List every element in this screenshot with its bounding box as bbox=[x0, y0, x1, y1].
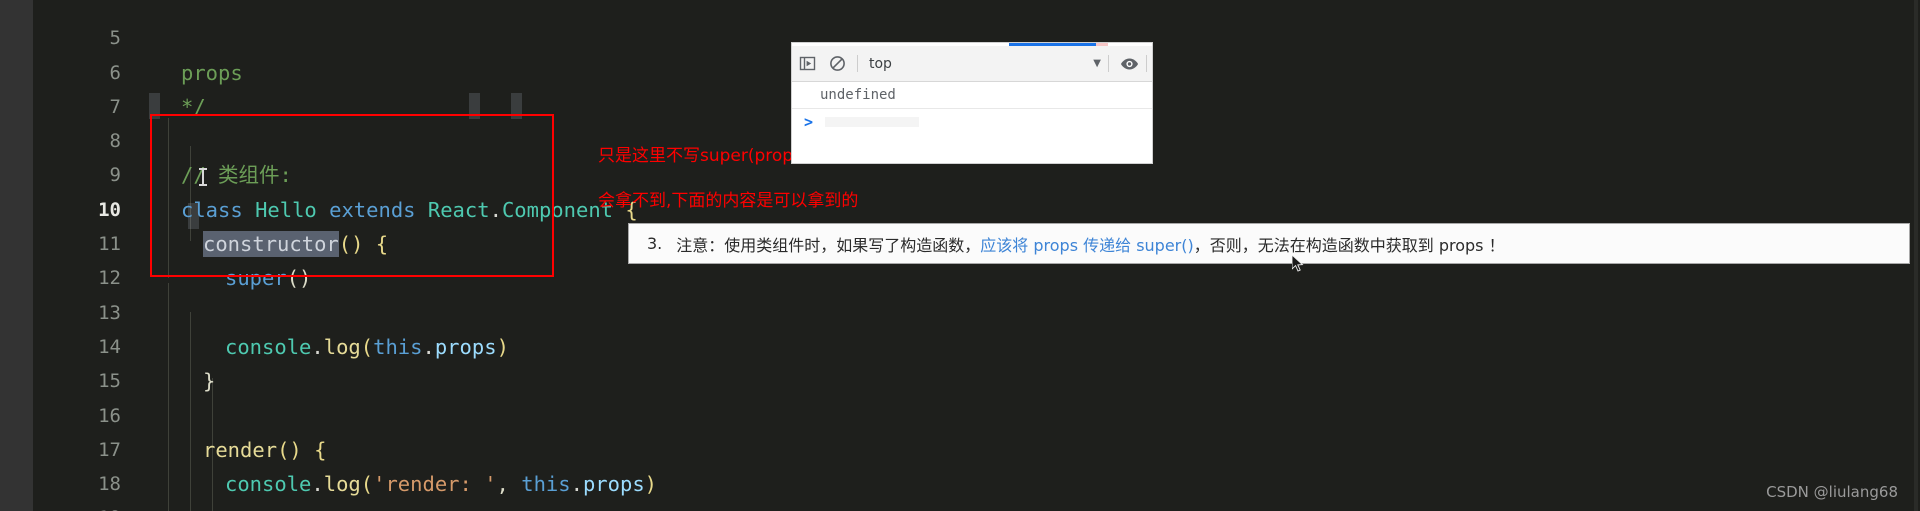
red-annotation-note-2: 会拿不到,下面的内容是可以拿到的 bbox=[598, 191, 859, 211]
screenshot-root: 5 props 6 */ 7 8 // 类组件: 9 class Hello e… bbox=[0, 0, 1920, 511]
console-input[interactable] bbox=[825, 116, 920, 127]
code-line-13[interactable]: 13 console.log(this.props) bbox=[33, 261, 1920, 359]
code-line-17[interactable]: 17 console.log('render: ', this.props) bbox=[33, 399, 1920, 496]
clear-console-icon bbox=[829, 56, 845, 71]
code-line-10[interactable]: 10 constructor() { bbox=[33, 158, 1920, 258]
editor-scrollbar[interactable] bbox=[1914, 0, 1918, 511]
callout-text-before: 注意：使用类组件时，如果写了构造函数， bbox=[676, 235, 981, 255]
console-log-message: undefined bbox=[820, 87, 896, 103]
code-line-16[interactable]: 16 render() { bbox=[33, 364, 1920, 462]
code-line-20[interactable]: 20 <div> bbox=[33, 501, 1920, 511]
execution-context-label[interactable]: top bbox=[863, 56, 892, 72]
chevron-down-icon[interactable]: ▼ bbox=[1093, 58, 1101, 69]
devtools-console-panel[interactable]: top ▼ undefined > bbox=[792, 43, 1152, 163]
info-callout: 3. 注意：使用类组件时，如果写了构造函数， 应该将 props 传递给 supe… bbox=[628, 223, 1910, 264]
eye-icon bbox=[1120, 58, 1138, 69]
ibeam-cursor bbox=[199, 168, 207, 186]
live-expression-button[interactable] bbox=[1114, 46, 1144, 81]
activity-bar[interactable] bbox=[0, 0, 33, 511]
code-line-11[interactable]: 11 super() bbox=[33, 193, 1920, 290]
callout-text-after: ，否则，无法在构造函数中获取到 props ！ bbox=[1193, 235, 1505, 255]
watermark: CSDN @liulang68 bbox=[1766, 483, 1898, 501]
code-line-5[interactable]: 5 props bbox=[33, 0, 1920, 84]
toolbar-separator bbox=[1146, 55, 1147, 72]
callout-list-number: 3. bbox=[647, 234, 663, 253]
code-line-19[interactable]: 19 return ( bbox=[33, 467, 1920, 511]
mouse-arrow-cursor bbox=[1292, 255, 1304, 272]
console-prompt-arrow-icon: > bbox=[804, 112, 814, 131]
console-prompt-row[interactable]: > bbox=[792, 109, 1152, 134]
toolbar-separator bbox=[1108, 55, 1109, 72]
console-sidebar-toggle-button[interactable] bbox=[792, 46, 822, 81]
red-annotation-note-1: 只是这里不写super(props) bbox=[598, 146, 809, 166]
toolbar-separator bbox=[857, 55, 858, 72]
callout-link-text[interactable]: 应该将 props 传递给 super() bbox=[980, 232, 1193, 256]
console-toolbar[interactable]: top ▼ bbox=[792, 46, 1152, 82]
code-line-15[interactable]: 15 bbox=[33, 330, 1920, 392]
code-line-18[interactable]: 18 bbox=[33, 433, 1920, 495]
clear-console-button[interactable] bbox=[822, 46, 852, 81]
code-line-14[interactable]: 14 } bbox=[33, 296, 1920, 393]
console-log-row: undefined bbox=[792, 82, 1152, 109]
console-sidebar-icon bbox=[799, 56, 815, 71]
